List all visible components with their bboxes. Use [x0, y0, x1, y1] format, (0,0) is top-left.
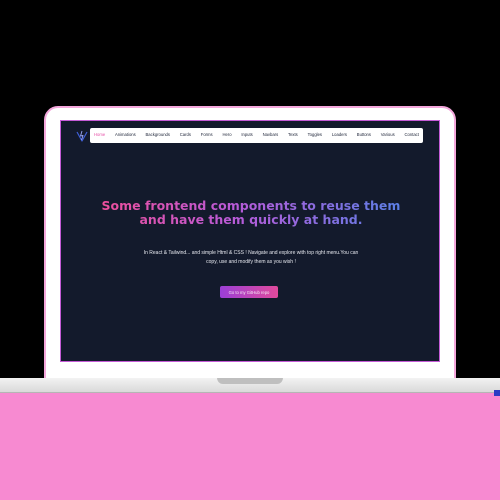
corner-mark: [494, 390, 500, 396]
nav-item-toggles[interactable]: Toggles: [306, 131, 324, 139]
nav-item-navbars[interactable]: Navbars: [261, 131, 281, 139]
nav-item-home[interactable]: Home: [92, 131, 107, 139]
nav-item-contact[interactable]: Contact: [403, 131, 421, 139]
nav-item-animations[interactable]: Animations: [113, 131, 138, 139]
nav-item-backgrounds[interactable]: Backgrounds: [144, 131, 172, 139]
nav-item-hero[interactable]: Hero: [220, 131, 233, 139]
github-repo-button[interactable]: Go to my GitHub repo: [220, 286, 278, 298]
nav-item-cards[interactable]: Cards: [178, 131, 193, 139]
nav-item-inputs[interactable]: Inputs: [239, 131, 254, 139]
nav-item-buttons[interactable]: Buttons: [355, 131, 373, 139]
nav-item-loaders[interactable]: Loaders: [330, 131, 349, 139]
hero-description: In React & Tailwind... and simple Html &…: [143, 250, 359, 265]
nav-item-texts[interactable]: Texts: [286, 131, 300, 139]
top-navbar: Home Animations Backgrounds Cards Forms …: [90, 128, 423, 143]
nav-item-forms[interactable]: Forms: [199, 131, 215, 139]
hero-title: Some frontend components to reuse them a…: [101, 198, 401, 227]
pink-backdrop: [0, 390, 500, 500]
laptop-notch: [217, 378, 283, 384]
laptop-screen: Home Animations Backgrounds Cards Forms …: [60, 120, 440, 362]
nav-item-various[interactable]: Various: [379, 131, 397, 139]
vite-logo-icon[interactable]: [76, 130, 88, 142]
